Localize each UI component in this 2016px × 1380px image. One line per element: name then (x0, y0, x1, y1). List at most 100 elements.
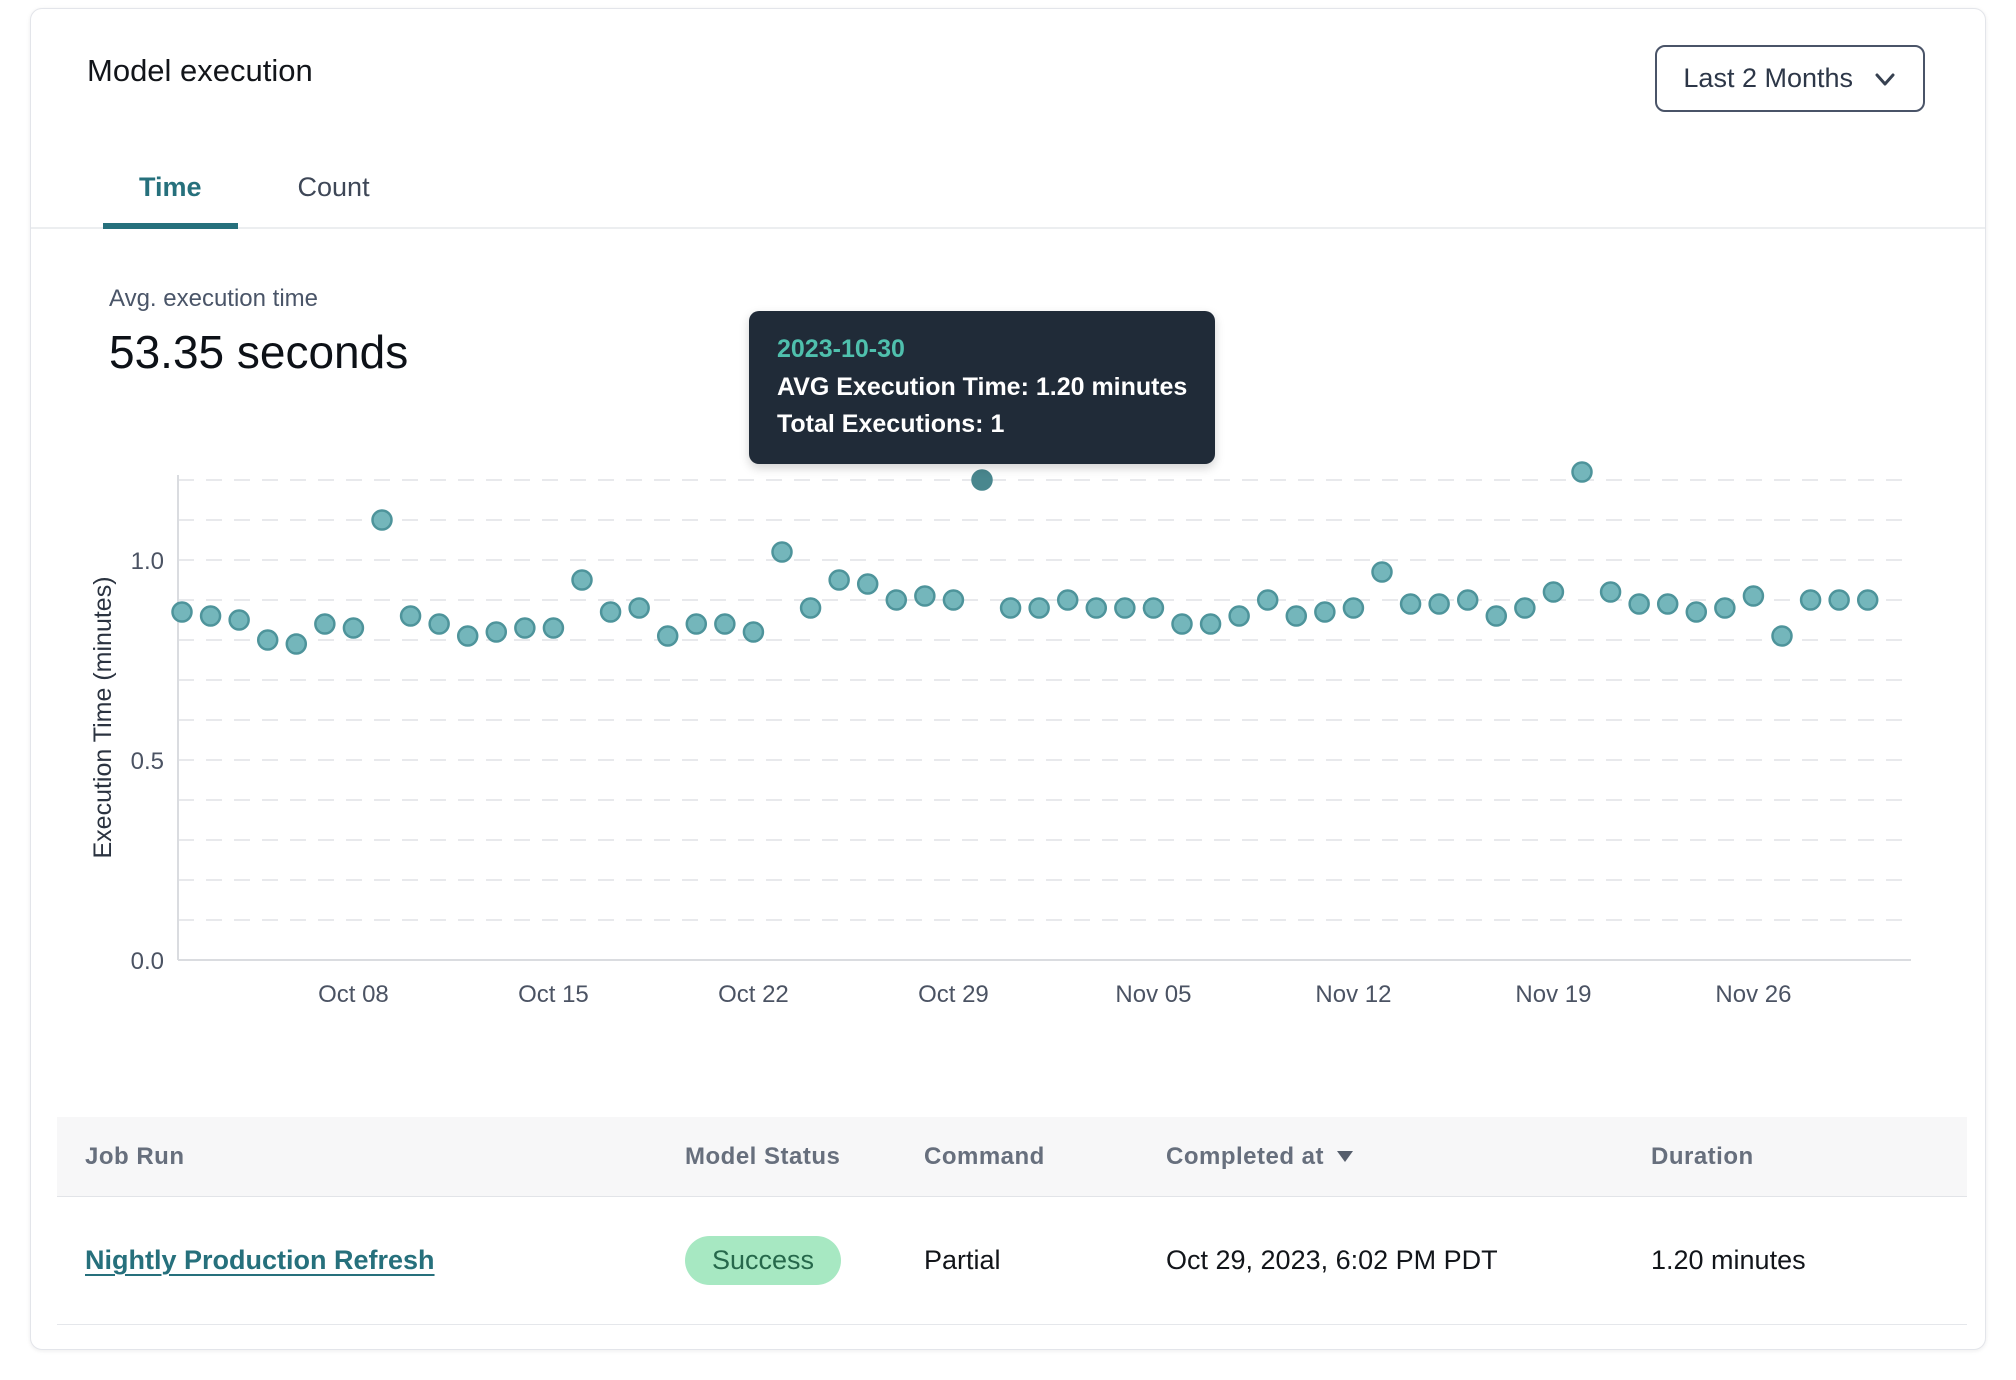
data-point[interactable] (601, 603, 620, 622)
data-point[interactable] (1458, 591, 1477, 610)
data-point[interactable] (230, 611, 249, 630)
data-point[interactable] (1773, 627, 1792, 646)
column-label: Job Run (85, 1143, 185, 1171)
data-point[interactable] (715, 615, 734, 634)
data-point[interactable] (1801, 591, 1820, 610)
data-point-highlighted[interactable] (973, 471, 992, 490)
data-point[interactable] (1058, 591, 1077, 610)
status-badge: Success (685, 1236, 841, 1285)
data-point[interactable] (1115, 599, 1134, 618)
data-point[interactable] (1287, 607, 1306, 626)
duration-cell: 1.20 minutes (1651, 1245, 1967, 1276)
date-range-value: Last 2 Months (1683, 63, 1853, 94)
data-point[interactable] (630, 599, 649, 618)
data-point[interactable] (1373, 563, 1392, 582)
column-header-job-run[interactable]: Job Run (85, 1143, 685, 1171)
data-point[interactable] (944, 591, 963, 610)
data-point[interactable] (1630, 595, 1649, 614)
job-run-link[interactable]: Nightly Production Refresh (85, 1245, 435, 1275)
data-point[interactable] (1030, 599, 1049, 618)
x-tick-label: Nov 12 (1315, 981, 1391, 1008)
data-point[interactable] (1173, 615, 1192, 634)
tab-count[interactable]: Count (262, 172, 406, 227)
data-point[interactable] (1601, 583, 1620, 602)
data-point[interactable] (658, 627, 677, 646)
tooltip-date: 2023-10-30 (777, 331, 1187, 369)
page-title: Model execution (87, 45, 313, 89)
data-point[interactable] (1715, 599, 1734, 618)
tooltip-total-executions: Total Executions: 1 (777, 406, 1187, 444)
data-point[interactable] (1658, 595, 1677, 614)
data-point[interactable] (687, 615, 706, 634)
chart-tabs: Time Count (31, 172, 1985, 229)
x-tick-label: Oct 15 (518, 981, 589, 1008)
data-point[interactable] (1401, 595, 1420, 614)
data-point[interactable] (458, 627, 477, 646)
table-header-row: Job Run Model Status Command Completed a… (57, 1117, 1967, 1197)
data-point[interactable] (401, 607, 420, 626)
data-point[interactable] (287, 635, 306, 654)
data-point[interactable] (887, 591, 906, 610)
y-tick-label: 1.0 (131, 548, 164, 575)
data-point[interactable] (1258, 591, 1277, 610)
data-point[interactable] (515, 619, 534, 638)
execution-time-chart: 2023-10-30 AVG Execution Time: 1.20 minu… (31, 425, 1985, 1025)
column-label: Model Status (685, 1143, 840, 1171)
job-runs-table: Job Run Model Status Command Completed a… (57, 1117, 1967, 1325)
chevron-down-icon (1873, 67, 1897, 91)
tooltip-avg-time: AVG Execution Time: 1.20 minutes (777, 369, 1187, 407)
data-point[interactable] (858, 575, 877, 594)
data-point[interactable] (544, 619, 563, 638)
data-point[interactable] (915, 587, 934, 606)
column-header-duration[interactable]: Duration (1651, 1143, 1967, 1171)
data-point[interactable] (1430, 595, 1449, 614)
tab-time[interactable]: Time (103, 172, 238, 227)
data-point[interactable] (1344, 599, 1363, 618)
data-point[interactable] (258, 631, 277, 650)
data-point[interactable] (744, 623, 763, 642)
data-point[interactable] (1573, 463, 1592, 482)
data-point[interactable] (1201, 615, 1220, 634)
data-point[interactable] (1744, 587, 1763, 606)
data-point[interactable] (373, 511, 392, 530)
data-point[interactable] (1144, 599, 1163, 618)
x-tick-label: Nov 19 (1515, 981, 1591, 1008)
x-tick-label: Oct 08 (318, 981, 389, 1008)
data-point[interactable] (487, 623, 506, 642)
data-point[interactable] (1687, 603, 1706, 622)
data-point[interactable] (1858, 591, 1877, 610)
column-header-completed-at[interactable]: Completed at (1166, 1143, 1651, 1171)
y-tick-label: 0.5 (131, 748, 164, 775)
data-point[interactable] (201, 607, 220, 626)
column-header-command[interactable]: Command (924, 1143, 1166, 1171)
y-tick-label: 0.0 (131, 948, 164, 975)
data-point[interactable] (1830, 591, 1849, 610)
data-point[interactable] (773, 543, 792, 562)
x-tick-label: Oct 29 (918, 981, 989, 1008)
date-range-dropdown[interactable]: Last 2 Months (1655, 45, 1925, 112)
x-tick-label: Nov 26 (1715, 981, 1791, 1008)
data-point[interactable] (830, 571, 849, 590)
data-point[interactable] (801, 599, 820, 618)
data-point[interactable] (315, 615, 334, 634)
sort-desc-icon (1336, 1150, 1354, 1164)
data-point[interactable] (344, 619, 363, 638)
card-header: Model execution Last 2 Months (31, 9, 1985, 112)
data-point[interactable] (1315, 603, 1334, 622)
column-label: Command (924, 1143, 1045, 1171)
table-row: Nightly Production Refresh Success Parti… (57, 1197, 1967, 1325)
data-point[interactable] (173, 603, 192, 622)
data-point[interactable] (1515, 599, 1534, 618)
execution-time-scatter: 0.00.51.0Execution Time (minutes)Oct 08O… (89, 425, 1979, 1015)
column-header-model-status[interactable]: Model Status (685, 1143, 924, 1171)
data-point[interactable] (1087, 599, 1106, 618)
model-execution-card: Model execution Last 2 Months Time Count… (30, 8, 1986, 1350)
data-point[interactable] (1230, 607, 1249, 626)
data-point[interactable] (1544, 583, 1563, 602)
data-point[interactable] (573, 571, 592, 590)
data-point[interactable] (1487, 607, 1506, 626)
command-cell: Partial (924, 1245, 1166, 1276)
data-point[interactable] (430, 615, 449, 634)
column-label: Completed at (1166, 1143, 1324, 1171)
data-point[interactable] (1001, 599, 1020, 618)
